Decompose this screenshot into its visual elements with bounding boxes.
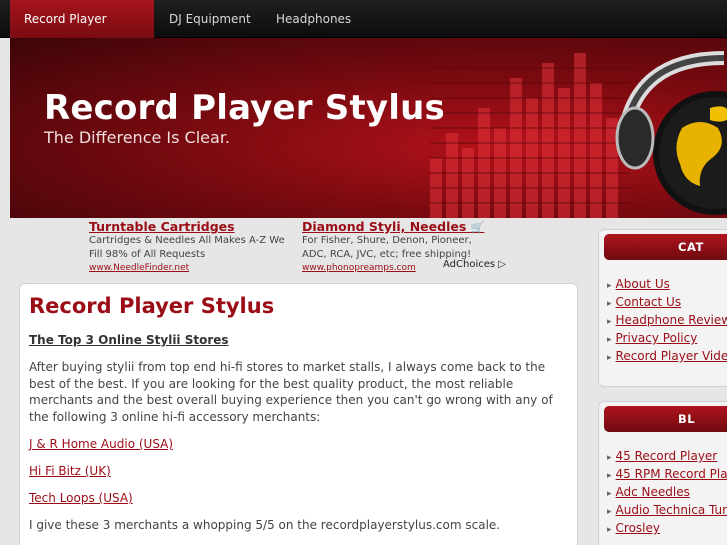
nav-item-dj-equipment[interactable]: DJ Equipment [155, 0, 265, 38]
nav-item-record-player-stylus[interactable]: Record Player Stylus [10, 0, 154, 64]
arrow-icon: ▸ [607, 489, 612, 499]
category-link[interactable]: Contact Us [616, 295, 682, 309]
adchoices-link[interactable]: AdChoices ▷ [443, 259, 506, 270]
cart-icon: 🛒 [470, 221, 485, 234]
merchant-link-hi-fi-bitz[interactable]: Hi Fi Bitz (UK) [29, 464, 111, 478]
arrow-icon: ▸ [607, 453, 612, 463]
blogroll-link[interactable]: Crosley [616, 521, 660, 535]
ad-title[interactable]: Diamond Styli, Needles 🛒 [302, 219, 484, 234]
arrow-icon: ▸ [607, 299, 612, 309]
merchant-link-jr-home-audio[interactable]: J & R Home Audio (USA) [29, 437, 173, 451]
ad-strip: Turntable Cartridges Cartridges & Needle… [10, 218, 590, 278]
top-navigation: Record Player Stylus DJ Equipment Headph… [0, 0, 727, 64]
arrow-icon: ▸ [607, 281, 612, 291]
blogroll-link[interactable]: Adc Needles [616, 485, 690, 499]
blogroll-widget: BL ▸ 45 Record Player ▸ 45 RPM Record Pla … [598, 401, 727, 545]
site-title[interactable]: Record Player Stylus [44, 88, 445, 128]
ad-block-1: Turntable Cartridges Cartridges & Needle… [89, 218, 285, 275]
list-item: ▸ Headphone Review [607, 311, 727, 329]
ad-title[interactable]: Turntable Cartridges [89, 219, 285, 234]
site-tagline: The Difference Is Clear. [44, 128, 231, 147]
ad-description: Fill 98% of All Requests [89, 249, 206, 260]
ad-description: For Fisher, Shure, Denon, Pioneer, [302, 235, 472, 246]
ad-url[interactable]: www.NeedleFinder.net [89, 262, 285, 275]
arrow-icon: ▸ [607, 471, 612, 481]
blogroll-link[interactable]: 45 RPM Record Pla [616, 467, 727, 481]
widget-title: CAT [604, 234, 727, 260]
headphones-globe-icon [615, 51, 727, 215]
arrow-icon: ▸ [607, 525, 612, 535]
category-link[interactable]: Record Player Vide [616, 349, 727, 363]
blogroll-link[interactable]: Audio Technica Tur [616, 503, 727, 517]
category-link[interactable]: Privacy Policy [616, 331, 698, 345]
list-item: ▸ Audio Technica Tur [607, 501, 727, 519]
post-footer-text: I give these 3 merchants a whopping 5/5 … [29, 518, 501, 532]
list-item: ▸ Contact Us [607, 293, 727, 311]
list-item: ▸ Adc Needles [607, 483, 727, 501]
widget-title: BL [604, 406, 727, 432]
category-link[interactable]: Headphone Review [616, 313, 727, 327]
main-content: Record Player Stylus The Top 3 Online St… [19, 283, 578, 545]
categories-widget: CAT ▸ About Us ▸ Contact Us ▸ Headphone Rev… [598, 229, 727, 387]
list-item: ▸ Record Player Vide [607, 347, 727, 365]
site-header: Record Player Stylus The Difference Is C… [10, 38, 727, 218]
list-item: ▸ 45 RPM Record Pla [607, 465, 727, 483]
list-item: ▸ About Us [607, 275, 727, 293]
post-paragraph: After buying stylii from top end hi-fi s… [29, 360, 553, 424]
page-title: Record Player Stylus [29, 294, 275, 318]
category-link[interactable]: About Us [616, 277, 670, 291]
blogroll-list: ▸ 45 Record Player ▸ 45 RPM Record Pla ▸ Ad… [607, 447, 727, 537]
arrow-icon: ▸ [607, 335, 612, 345]
merchant-link-tech-loops[interactable]: Tech Loops (USA) [29, 491, 133, 505]
nav-item-headphones[interactable]: Headphones [262, 0, 365, 38]
post-subtitle: The Top 3 Online Stylii Stores [29, 333, 229, 347]
blogroll-link[interactable]: 45 Record Player [616, 449, 718, 463]
arrow-icon: ▸ [607, 353, 612, 363]
arrow-icon: ▸ [607, 317, 612, 327]
list-item: ▸ Crosley [607, 519, 727, 537]
ad-description: Cartridges & Needles All Makes A-Z We [89, 235, 285, 246]
list-item: ▸ 45 Record Player [607, 447, 727, 465]
arrow-icon: ▸ [607, 507, 612, 517]
list-item: ▸ Privacy Policy [607, 329, 727, 347]
categories-list: ▸ About Us ▸ Contact Us ▸ Headphone Review … [607, 275, 727, 365]
